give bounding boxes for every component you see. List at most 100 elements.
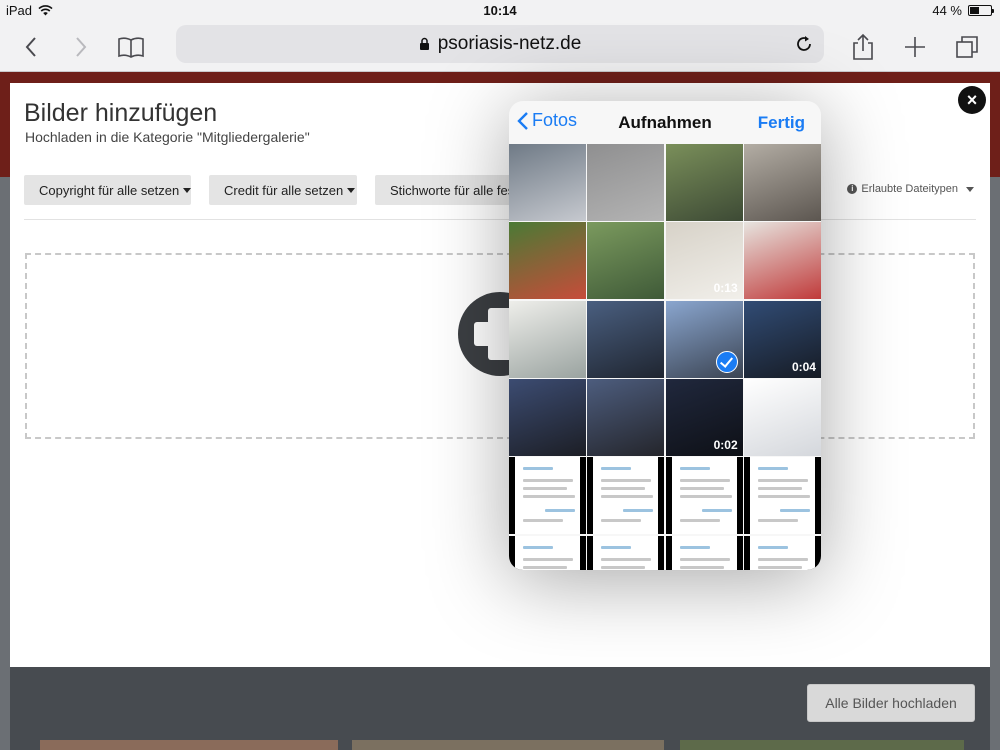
- reload-icon[interactable]: [794, 34, 814, 54]
- text-line: [523, 565, 567, 569]
- chevron-left-icon: [25, 37, 36, 57]
- text-line: [757, 479, 808, 483]
- text-line: [757, 565, 802, 569]
- screenshot-preview: [593, 535, 659, 570]
- video-duration: 0:02: [713, 437, 738, 452]
- battery-fill: [970, 7, 979, 14]
- share-button[interactable]: [846, 30, 880, 64]
- text-line: [601, 467, 632, 471]
- book-icon: [118, 37, 144, 58]
- divider: [24, 219, 976, 220]
- text-line: [757, 557, 808, 561]
- background-thumbnail: [40, 740, 338, 750]
- credit-all-button[interactable]: Credit für alle setzen: [209, 175, 357, 205]
- photo-thumbnail[interactable]: [509, 378, 586, 456]
- photo-thumbnail[interactable]: [665, 535, 743, 570]
- photo-thumbnail[interactable]: [743, 144, 821, 221]
- photo-thumbnail[interactable]: [509, 300, 586, 378]
- photo-thumbnail[interactable]: [587, 535, 665, 570]
- photo-thumbnail[interactable]: [509, 144, 586, 221]
- screenshot-preview: [515, 535, 580, 570]
- caret-down-icon: [347, 187, 356, 193]
- photo-thumbnail[interactable]: [743, 222, 821, 300]
- new-tab-button[interactable]: [898, 30, 932, 64]
- text-line: [779, 509, 810, 513]
- allowed-file-types-label: Erlaubte Dateitypen: [861, 183, 958, 195]
- text-line: [679, 545, 710, 549]
- text-line: [679, 519, 720, 523]
- photo-thumbnail[interactable]: [665, 457, 743, 535]
- text-line: [601, 557, 652, 561]
- photo-thumbnail[interactable]: [587, 378, 665, 456]
- text-line: [601, 519, 642, 523]
- text-line: [523, 479, 573, 483]
- share-icon: [853, 33, 873, 60]
- copyright-all-button[interactable]: Copyright für alle setzen: [24, 175, 191, 205]
- screenshot-preview: [671, 535, 737, 570]
- text-line: [679, 479, 730, 483]
- photo-thumbnail[interactable]: 0:02: [665, 378, 743, 456]
- text-line: [601, 545, 632, 549]
- text-line: [601, 565, 646, 569]
- tabs-icon: [956, 36, 978, 58]
- photo-thumbnail[interactable]: [509, 222, 586, 300]
- text-line: [679, 565, 724, 569]
- text-line: [523, 495, 575, 499]
- text-line: [757, 545, 788, 549]
- dialog-subtitle: Hochladen in die Kategorie "Mitgliederga…: [25, 129, 310, 145]
- address-bar[interactable]: psoriasis-netz.de: [176, 25, 824, 63]
- bookmarks-button[interactable]: [114, 30, 148, 64]
- photo-thumbnail[interactable]: [587, 300, 665, 378]
- browser-toolbar: psoriasis-netz.de: [0, 22, 1000, 72]
- text-line: [757, 495, 810, 499]
- text-line: [757, 519, 798, 523]
- photo-thumbnail[interactable]: [509, 457, 586, 535]
- allowed-file-types-toggle[interactable]: i Erlaubte Dateitypen: [847, 183, 974, 195]
- photo-thumbnail[interactable]: 0:13: [665, 222, 743, 300]
- text-line: [701, 509, 732, 513]
- screenshot-preview: [749, 457, 815, 535]
- photo-thumbnail[interactable]: [587, 457, 665, 535]
- photo-thumbnail[interactable]: [743, 378, 821, 456]
- copyright-all-label: Copyright für alle setzen: [39, 182, 180, 198]
- add-images-dialog: Bilder hinzufügen Hochladen in die Kateg…: [10, 83, 990, 667]
- lock-icon: [419, 37, 429, 50]
- caret-down-icon: [183, 187, 191, 193]
- upload-all-button[interactable]: Alle Bilder hochladen: [807, 684, 975, 722]
- text-line: [523, 545, 553, 549]
- screenshot-preview: [593, 457, 659, 535]
- picker-done-button[interactable]: Fertig: [758, 113, 805, 133]
- video-duration: 0:04: [791, 359, 816, 374]
- photo-thumbnail[interactable]: [665, 144, 743, 221]
- forward-button[interactable]: [64, 30, 98, 64]
- photo-thumbnail[interactable]: [743, 457, 821, 535]
- text-line: [523, 467, 553, 471]
- photo-thumbnail[interactable]: 0:04: [743, 300, 821, 378]
- credit-all-label: Credit für alle setzen: [224, 182, 344, 198]
- chevron-right-icon: [76, 37, 87, 57]
- text-line: [523, 487, 567, 491]
- text-line: [679, 487, 724, 491]
- photo-picker-popover: Fotos Aufnahmen Fertig 0:13 0:04 0:02: [509, 101, 821, 570]
- text-line: [757, 487, 802, 491]
- background-thumbnail: [680, 740, 964, 750]
- screenshot-preview: [749, 535, 815, 570]
- photo-thumbnail[interactable]: [743, 535, 821, 570]
- tabs-button[interactable]: [950, 30, 984, 64]
- info-icon: i: [847, 184, 858, 194]
- photo-thumbnail[interactable]: [587, 222, 665, 300]
- text-line: [523, 519, 563, 523]
- video-duration: 0:13: [713, 281, 738, 296]
- caret-down-icon: [966, 186, 974, 192]
- background-thumbnail: [352, 740, 664, 750]
- close-dialog-button[interactable]: ×: [958, 86, 986, 114]
- back-button[interactable]: [14, 30, 48, 64]
- text-line: [601, 487, 646, 491]
- photo-thumbnail[interactable]: [509, 535, 586, 570]
- plus-icon: [905, 37, 925, 57]
- checkmark-icon: [715, 350, 738, 373]
- text-line: [623, 509, 654, 513]
- photo-thumbnail[interactable]: [665, 300, 743, 378]
- photo-thumbnail[interactable]: [587, 144, 665, 221]
- battery-icon: [968, 5, 994, 16]
